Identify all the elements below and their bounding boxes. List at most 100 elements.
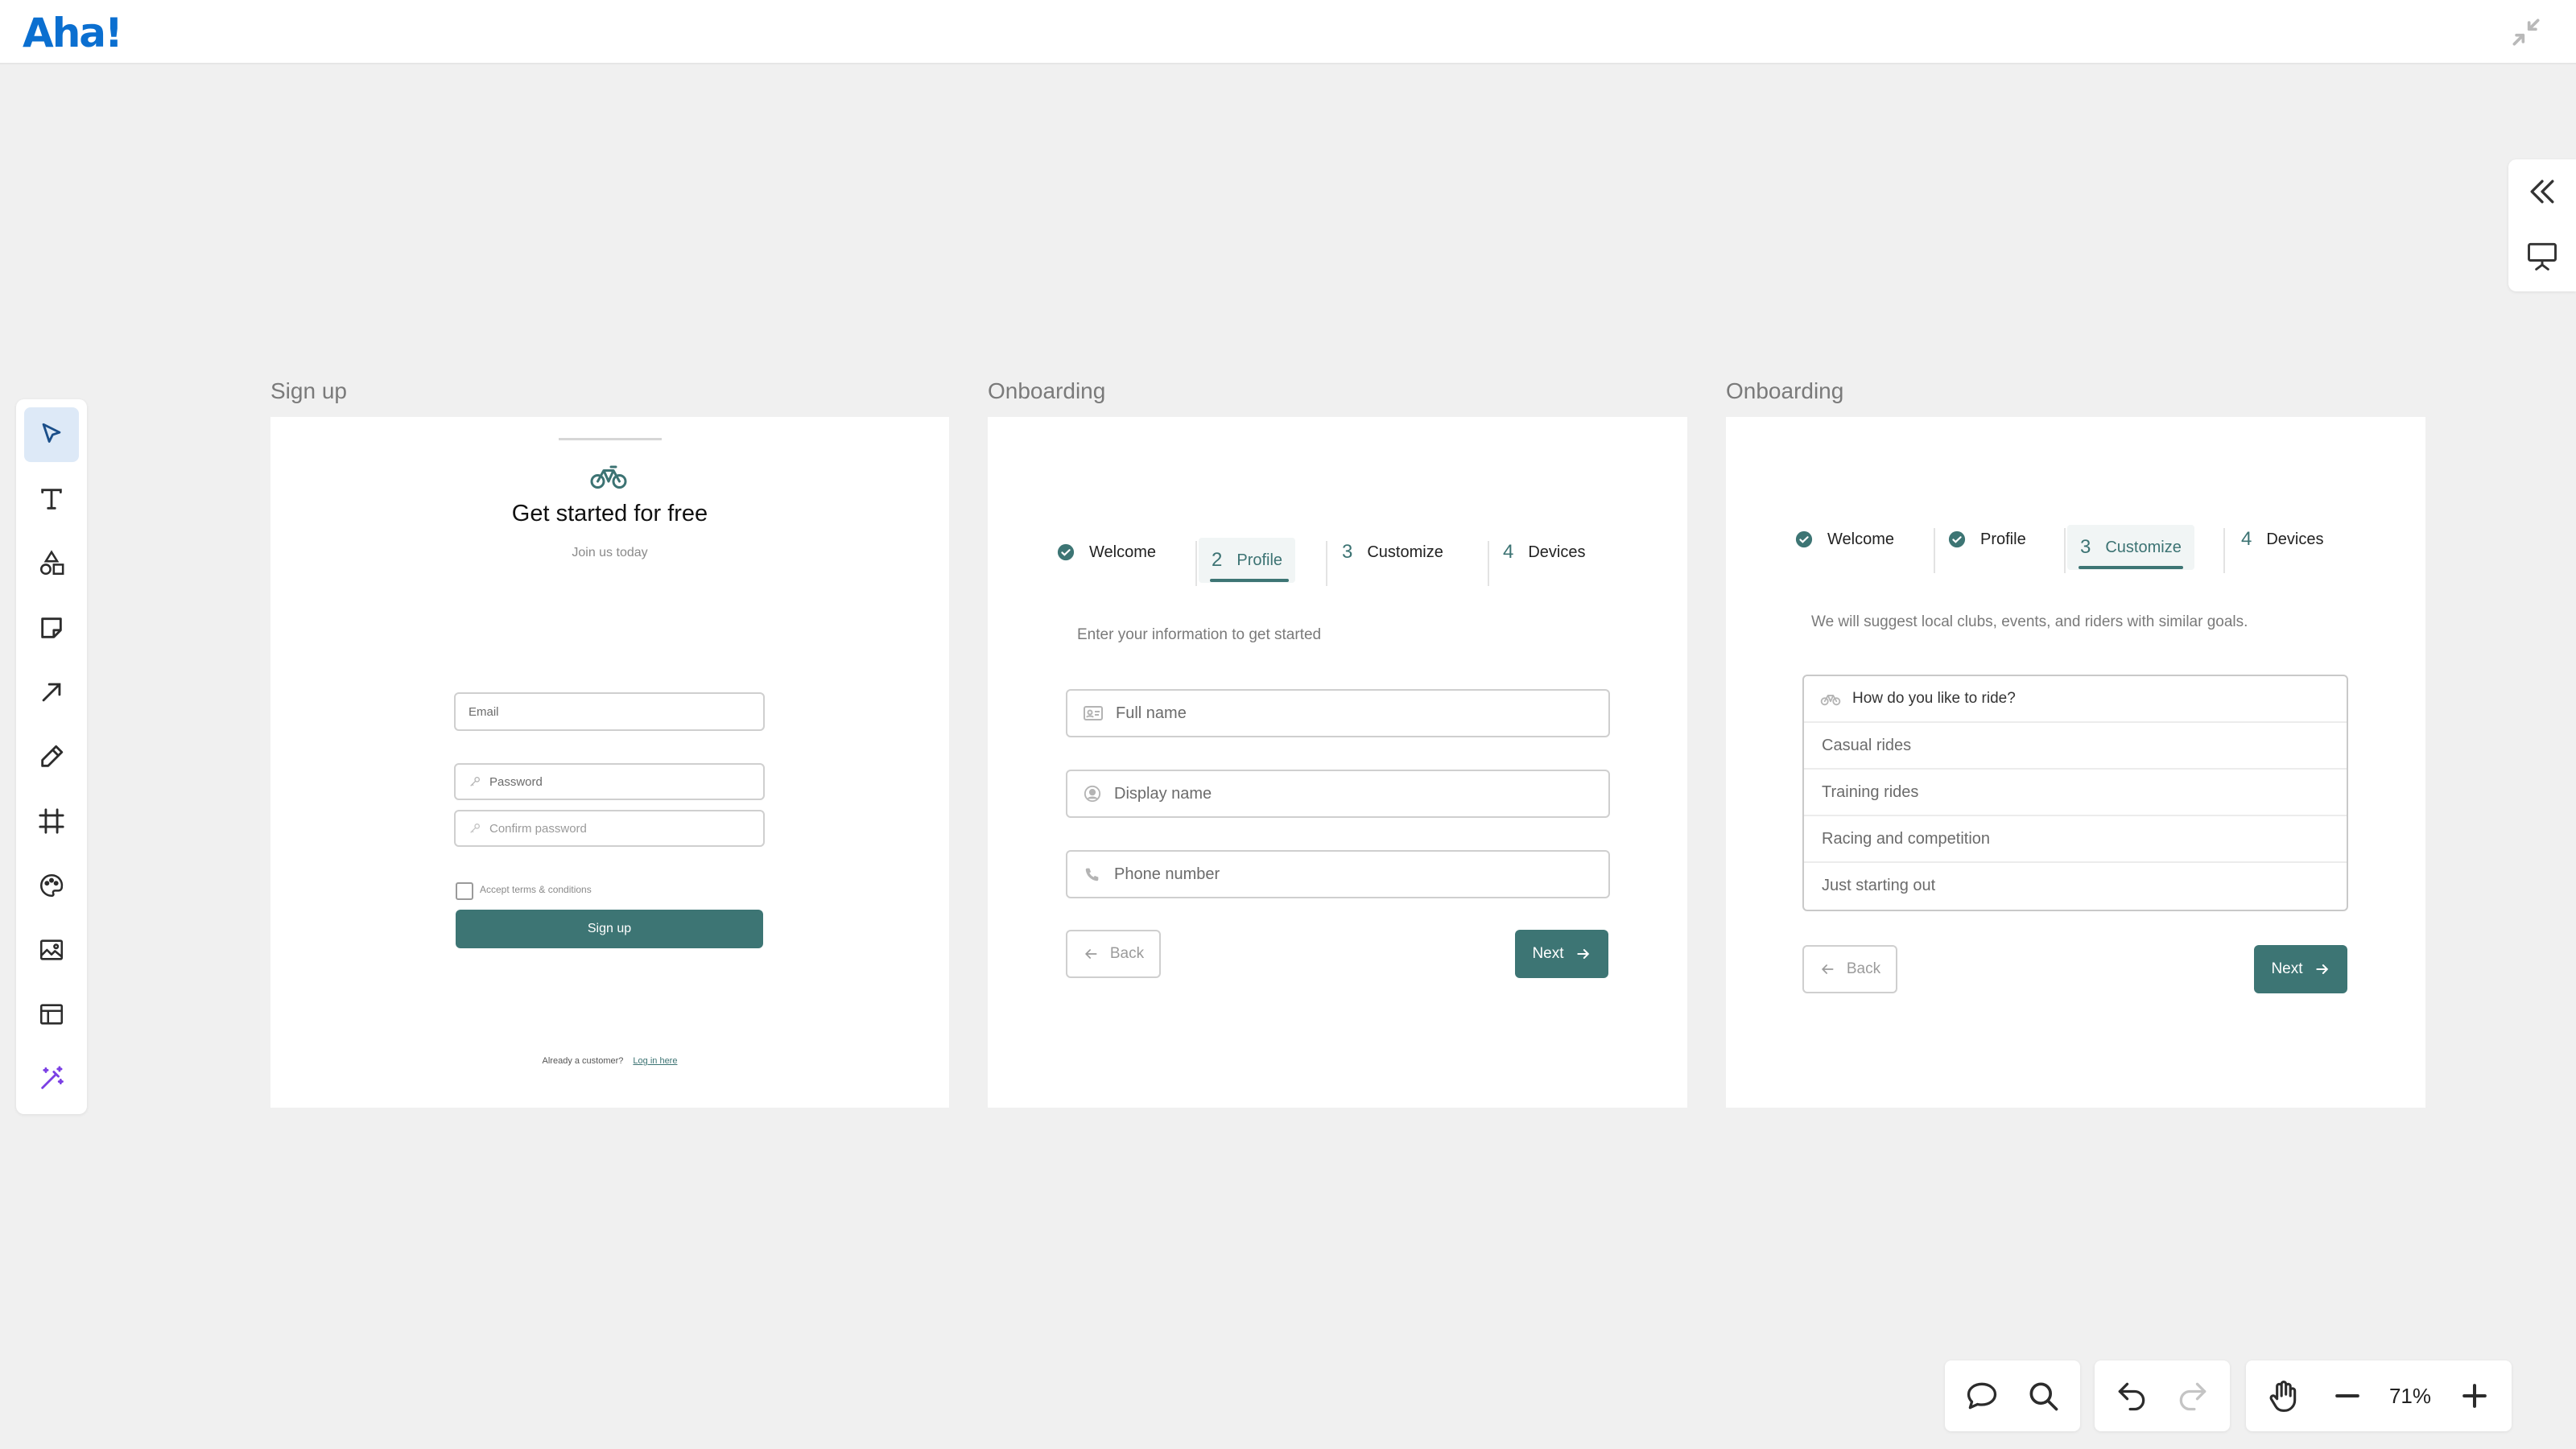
step-number: 4 xyxy=(1503,541,1514,563)
bottom-group-comments-search xyxy=(1945,1360,2080,1431)
next-button-label: Next xyxy=(1532,945,1564,962)
presentation-icon[interactable] xyxy=(2524,238,2560,274)
right-side-panel xyxy=(2508,159,2576,291)
template-icon xyxy=(39,1004,64,1025)
step-customize[interactable]: 3 Customize xyxy=(1342,536,1443,568)
phone-icon xyxy=(1085,868,1099,881)
zoom-level[interactable]: 71% xyxy=(2378,1378,2442,1414)
cursor-icon xyxy=(42,423,61,443)
profile-frame[interactable]: Welcome 2 Profile 3 Customize 4 Devices … xyxy=(988,417,1687,1108)
frame-label-profile: Onboarding xyxy=(988,378,1106,403)
next-button-label: Next xyxy=(2271,960,2303,977)
ride-option[interactable]: Racing and competition xyxy=(1804,815,2347,861)
arrow-tool-button[interactable] xyxy=(24,665,79,720)
phone-number-field[interactable]: Phone number xyxy=(1066,850,1610,898)
ride-option[interactable]: Casual rides xyxy=(1804,721,2347,768)
email-field[interactable]: Email xyxy=(454,692,765,731)
signup-button[interactable]: Sign up xyxy=(456,910,763,948)
template-tool-button[interactable] xyxy=(24,987,79,1042)
ride-option-label: Just starting out xyxy=(1822,876,1936,894)
signup-subtitle: Join us today xyxy=(572,546,648,559)
divider xyxy=(559,438,662,440)
key-icon xyxy=(470,823,480,833)
step-number: 3 xyxy=(1342,541,1353,563)
signup-button-label: Sign up xyxy=(587,922,632,935)
bottom-group-history xyxy=(2095,1360,2230,1431)
back-button-label: Back xyxy=(1846,960,1881,977)
check-circle-icon xyxy=(1057,543,1075,561)
palette-tool-button[interactable] xyxy=(24,858,79,913)
step-devices[interactable]: 4 Devices xyxy=(2241,523,2324,555)
step-number: 2 xyxy=(1212,549,1223,571)
comment-icon[interactable] xyxy=(1964,1378,2000,1414)
step-number: 4 xyxy=(2241,528,2252,550)
ride-question: How do you like to ride? xyxy=(1804,676,2347,721)
arrow-left-icon xyxy=(1821,964,1834,974)
step-label: Customize xyxy=(1367,543,1443,561)
aha-logo[interactable]: Aha! xyxy=(23,10,123,56)
step-separator xyxy=(1934,528,1935,573)
confirm-password-placeholder: Confirm password xyxy=(489,821,587,836)
ride-option[interactable]: Training rides xyxy=(1804,768,2347,815)
step-customize[interactable]: 3 Customize xyxy=(2067,525,2194,570)
active-step-underline xyxy=(2079,566,2183,569)
undo-icon[interactable] xyxy=(2114,1378,2149,1414)
arrow-icon xyxy=(42,683,61,702)
text-tool-button[interactable] xyxy=(24,472,79,526)
password-field[interactable]: Password xyxy=(454,763,765,800)
step-devices[interactable]: 4 Devices xyxy=(1503,536,1586,568)
footer-text: Already a customer? xyxy=(542,1056,624,1066)
check-circle-icon xyxy=(1948,530,1966,548)
text-icon xyxy=(41,489,62,510)
ride-option[interactable]: Just starting out xyxy=(1804,861,2347,908)
back-button-label: Back xyxy=(1109,945,1145,962)
image-tool-button[interactable] xyxy=(24,923,79,977)
step-label: Customize xyxy=(2105,538,2182,556)
step-welcome[interactable]: Welcome xyxy=(1057,536,1156,568)
full-name-field[interactable]: Full name xyxy=(1066,689,1610,737)
step-profile[interactable]: Profile xyxy=(1948,523,2026,555)
step-separator xyxy=(1326,541,1327,586)
shapes-tool-button[interactable] xyxy=(24,536,79,591)
step-welcome[interactable]: Welcome xyxy=(1795,523,1894,555)
select-tool-button[interactable] xyxy=(24,407,79,462)
magic-wand-icon xyxy=(41,1066,64,1089)
user-circle-icon xyxy=(1084,785,1101,803)
step-separator xyxy=(1488,541,1489,586)
expand-panel-icon[interactable] xyxy=(2524,174,2560,209)
back-button[interactable]: Back xyxy=(1802,945,1897,993)
frame-tool-button[interactable] xyxy=(24,794,79,848)
step-label: Welcome xyxy=(1089,543,1156,561)
ai-magic-tool-button[interactable] xyxy=(24,1051,79,1106)
zoom-in-icon[interactable] xyxy=(2457,1378,2492,1414)
arrow-right-icon xyxy=(1576,949,1589,959)
frame-label-signup: Sign up xyxy=(270,378,347,403)
next-button[interactable]: Next xyxy=(1515,930,1608,978)
bicycle-icon xyxy=(1820,695,1841,706)
exit-fullscreen-icon[interactable] xyxy=(2508,14,2544,50)
back-button[interactable]: Back xyxy=(1066,930,1161,978)
terms-checkbox[interactable] xyxy=(456,882,473,900)
sticky-note-tool-button[interactable] xyxy=(24,601,79,655)
search-icon[interactable] xyxy=(2025,1378,2061,1414)
left-toolbar xyxy=(16,399,87,1114)
frame-label-customize: Onboarding xyxy=(1726,378,1844,403)
signup-frame[interactable]: Get started for free Join us today Email… xyxy=(270,417,949,1108)
top-bar: Aha! xyxy=(0,0,2576,64)
display-name-field[interactable]: Display name xyxy=(1066,770,1610,818)
ride-style-listbox[interactable]: How do you like to ride? Casual rides Tr… xyxy=(1802,675,2348,911)
confirm-password-field[interactable]: Confirm password xyxy=(454,810,765,847)
email-placeholder: Email xyxy=(469,704,499,719)
next-button[interactable]: Next xyxy=(2254,945,2347,993)
customize-frame[interactable]: Welcome Profile 3 Customize 4 Devices We… xyxy=(1726,417,2425,1108)
phone-number-placeholder: Phone number xyxy=(1114,865,1220,883)
hand-pan-icon[interactable] xyxy=(2265,1378,2301,1414)
customize-intro: We will suggest local clubs, events, and… xyxy=(1811,613,2248,630)
step-profile[interactable]: 2 Profile xyxy=(1199,538,1296,583)
login-link[interactable]: Log in here xyxy=(633,1056,677,1066)
pen-tool-button[interactable] xyxy=(24,729,79,784)
zoom-out-icon[interactable] xyxy=(2330,1378,2365,1414)
palette-icon xyxy=(39,873,64,898)
key-icon xyxy=(470,777,480,786)
redo-icon[interactable] xyxy=(2175,1378,2211,1414)
